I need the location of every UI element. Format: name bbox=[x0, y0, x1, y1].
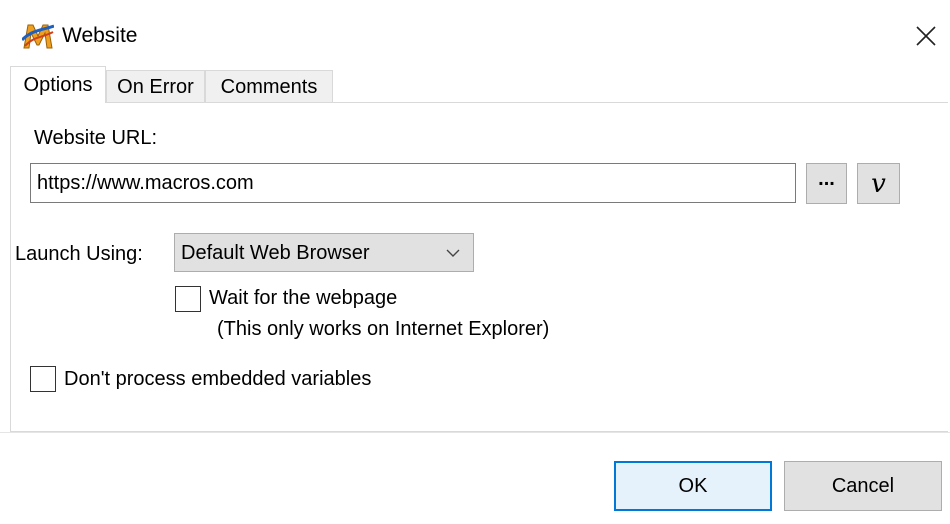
tab-strip: Options On Error Comments bbox=[10, 66, 950, 103]
variable-icon: v bbox=[871, 168, 886, 199]
tab-on-error[interactable]: On Error bbox=[106, 70, 205, 102]
close-button[interactable] bbox=[906, 16, 946, 56]
website-url-label: Website URL: bbox=[34, 127, 158, 149]
launch-using-label: Launch Using: bbox=[15, 243, 143, 265]
chevron-down-icon bbox=[446, 249, 460, 257]
website-dialog: Website Options On Error Comments Websit… bbox=[0, 0, 950, 524]
browse-button-label: ... bbox=[818, 168, 835, 190]
title-bar: Website bbox=[0, 0, 950, 66]
wait-for-webpage-label: Wait for the webpage bbox=[209, 287, 398, 309]
launch-using-selected: Default Web Browser bbox=[181, 242, 370, 264]
window-title: Website bbox=[62, 24, 138, 47]
wait-for-webpage-checkbox[interactable] bbox=[175, 286, 201, 312]
dont-process-embedded-variables-checkbox[interactable] bbox=[30, 366, 56, 392]
launch-using-dropdown[interactable]: Default Web Browser bbox=[174, 233, 474, 272]
browse-button[interactable]: ... bbox=[806, 163, 847, 204]
tab-comments[interactable]: Comments bbox=[205, 70, 333, 102]
close-icon bbox=[916, 26, 936, 46]
tab-options[interactable]: Options bbox=[10, 66, 106, 103]
cancel-button[interactable]: Cancel bbox=[784, 461, 942, 511]
website-url-input[interactable] bbox=[30, 163, 796, 203]
wait-for-webpage-note: (This only works on Internet Explorer) bbox=[217, 318, 550, 340]
dont-process-embedded-variables-label: Don't process embedded variables bbox=[64, 368, 372, 390]
macro-express-m-icon bbox=[20, 22, 55, 50]
ok-button[interactable]: OK bbox=[614, 461, 772, 511]
insert-variable-button[interactable]: v bbox=[857, 163, 900, 204]
